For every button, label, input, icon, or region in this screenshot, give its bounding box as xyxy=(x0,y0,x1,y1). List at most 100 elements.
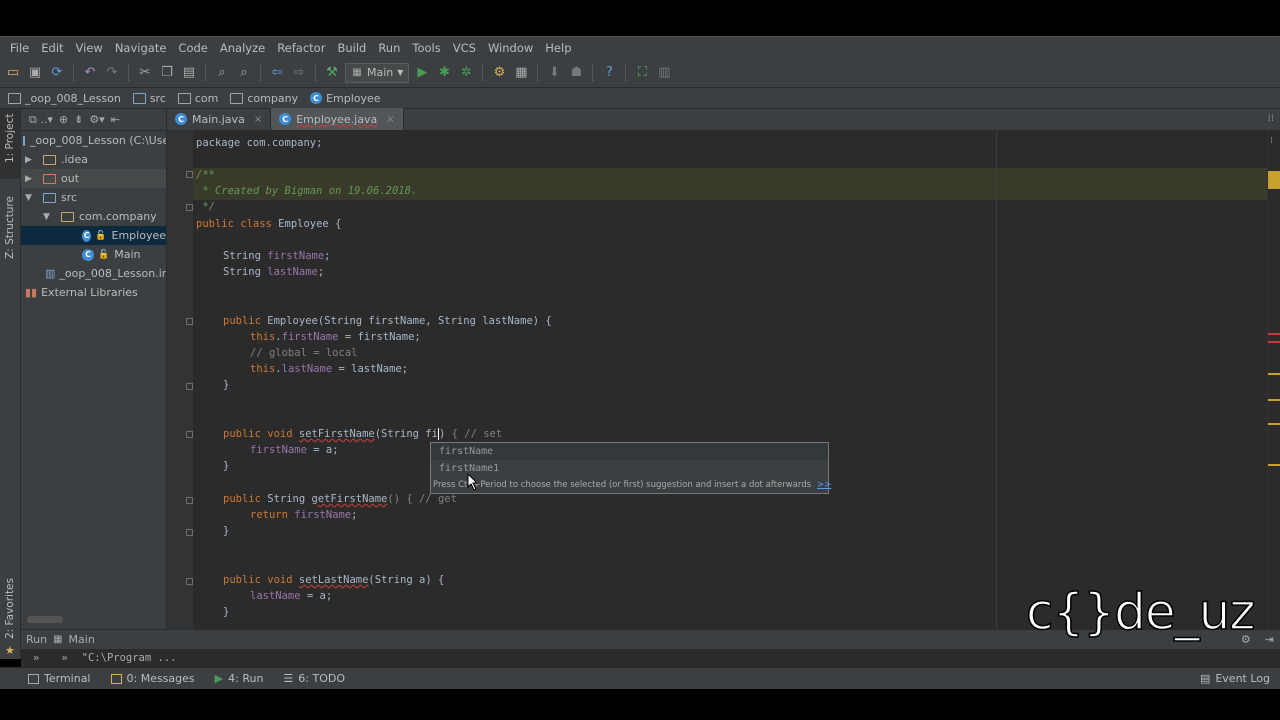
save-icon[interactable]: ▣ xyxy=(26,64,44,82)
android-icon[interactable]: ☗ xyxy=(567,64,585,82)
coverage-icon[interactable]: ✲ xyxy=(457,64,475,82)
marker-warning[interactable] xyxy=(1268,423,1280,425)
tree-item-package[interactable]: ▼ com.company xyxy=(21,207,166,226)
marker-warning[interactable] xyxy=(1268,171,1280,189)
run-icon[interactable]: ▶ xyxy=(413,64,431,82)
back-icon[interactable]: ⇦ xyxy=(268,64,286,82)
code-line: package com.company; xyxy=(196,137,322,149)
breadcrumb-item[interactable]: src xyxy=(132,92,166,105)
completion-item[interactable]: firstName1 xyxy=(431,460,828,477)
code-line: return firstName; xyxy=(250,509,358,521)
inspection-icon[interactable]: ⁞ xyxy=(1270,136,1273,146)
tab-project[interactable]: 1: Project xyxy=(4,114,16,163)
fold-icon[interactable] xyxy=(186,383,193,390)
marker-warning[interactable] xyxy=(1268,373,1280,375)
horizontal-scrollbar[interactable] xyxy=(27,616,63,623)
menu-refactor[interactable]: Refactor xyxy=(271,41,331,55)
hide-icon[interactable]: ⇤ xyxy=(111,113,120,126)
marker-error[interactable] xyxy=(1268,333,1280,335)
close-icon[interactable]: × xyxy=(386,114,394,125)
tree-item-src[interactable]: ▼ src xyxy=(21,188,166,207)
marker-warning[interactable] xyxy=(1268,464,1280,466)
tab-favorites[interactable]: 2: Favorites xyxy=(4,578,16,639)
run-config-name[interactable]: Main xyxy=(69,633,95,646)
code-text: String xyxy=(260,493,312,505)
menu-vcs[interactable]: VCS xyxy=(447,41,482,55)
settings-icon[interactable]: ⚙ xyxy=(490,64,508,82)
tab-event-log[interactable]: ▤ Event Log xyxy=(1200,672,1270,685)
marker-warning[interactable] xyxy=(1268,399,1280,401)
redo-icon[interactable]: ↷ xyxy=(103,64,121,82)
target-icon[interactable]: ⊕ xyxy=(59,113,68,126)
menu-navigate[interactable]: Navigate xyxy=(109,41,173,55)
help-icon[interactable]: ? xyxy=(600,64,618,82)
menu-edit[interactable]: Edit xyxy=(35,41,69,55)
build-icon[interactable]: ⚒ xyxy=(323,64,341,82)
tab-run[interactable]: ▶ 4: Run xyxy=(215,672,264,685)
fold-icon[interactable] xyxy=(186,529,193,536)
hide-panel-icon[interactable]: ⇥ xyxy=(1265,633,1274,646)
tree-item-employee[interactable]: C 🔓 Employee xyxy=(21,226,166,245)
breadcrumb-item[interactable]: C Employee xyxy=(310,92,381,105)
menu-view[interactable]: View xyxy=(70,41,109,55)
menu-code[interactable]: Code xyxy=(172,41,213,55)
menu-analyze[interactable]: Analyze xyxy=(214,41,271,55)
completion-item[interactable]: firstName xyxy=(431,443,828,460)
tree-item-main[interactable]: C 🔓 Main xyxy=(21,245,166,264)
tasks-icon[interactable]: ⛶ xyxy=(633,64,651,82)
expand-icon[interactable]: » xyxy=(33,652,39,664)
menu-help[interactable]: Help xyxy=(539,41,577,55)
open-folder-icon[interactable]: ▭ xyxy=(4,64,22,82)
menu-file[interactable]: File xyxy=(4,41,35,55)
menu-tools[interactable]: Tools xyxy=(406,41,446,55)
menu-run[interactable]: Run xyxy=(372,41,406,55)
tab-employee-java[interactable]: C Employee.java × xyxy=(271,108,404,130)
menu-build[interactable]: Build xyxy=(331,41,372,55)
breadcrumb-item[interactable]: company xyxy=(230,92,298,105)
breadcrumb-item[interactable]: _oop_008_Lesson xyxy=(8,92,121,105)
tab-terminal[interactable]: Terminal xyxy=(28,672,91,685)
completion-hint-link[interactable]: >> xyxy=(817,480,831,490)
expand-icon[interactable]: » xyxy=(61,652,67,664)
menu-window[interactable]: Window xyxy=(482,41,539,55)
gear-icon[interactable]: ⚙▾ xyxy=(89,113,104,126)
tree-item-external-libraries[interactable]: ▮▮ External Libraries xyxy=(21,283,166,302)
fold-icon[interactable] xyxy=(186,497,193,504)
event-log-icon: ▤ xyxy=(1199,672,1211,685)
fold-icon[interactable] xyxy=(186,578,193,585)
sync-icon[interactable]: ⟳ xyxy=(48,64,66,82)
fold-icon[interactable] xyxy=(186,318,193,325)
tab-main-java[interactable]: C Main.java × xyxy=(167,108,272,130)
run-config-select[interactable]: ▦ Main ▼ xyxy=(345,62,410,83)
view-mode-icon[interactable]: ⧉ ..▾ xyxy=(29,113,53,127)
paste-icon[interactable]: ▤ xyxy=(180,64,198,82)
project-structure-icon[interactable]: ▦ xyxy=(512,64,530,82)
breadcrumb-item[interactable]: com xyxy=(177,92,218,105)
tree-item-module[interactable]: _oop_008_Lesson (C:\Use xyxy=(21,131,166,150)
tree-item-idea[interactable]: ▶ .idea xyxy=(21,150,166,169)
tab-messages[interactable]: 0: Messages xyxy=(110,672,195,685)
sdk-manager-icon[interactable]: ⬇ xyxy=(545,64,563,82)
find-icon[interactable]: ⌕ xyxy=(213,64,231,82)
cut-icon[interactable]: ✂ xyxy=(136,64,154,82)
replace-icon[interactable]: ⌕ xyxy=(235,64,253,82)
code-editor[interactable]: package com.company; /** * Created by Bi… xyxy=(193,131,1267,629)
debug-icon[interactable]: ✱ xyxy=(435,64,453,82)
tab-list-icon[interactable]: ⁞⁞ xyxy=(1268,113,1274,124)
presentation-icon[interactable]: ▥ xyxy=(655,64,673,82)
tab-todo[interactable]: ☰ 6: TODO xyxy=(283,672,345,685)
fold-icon[interactable] xyxy=(186,204,193,211)
collapse-icon[interactable]: ⇟ xyxy=(74,113,83,126)
marker-error[interactable] xyxy=(1268,341,1280,343)
messages-icon xyxy=(110,673,122,684)
forward-icon[interactable]: ⇨ xyxy=(290,64,308,82)
tab-structure[interactable]: Z: Structure xyxy=(4,196,16,259)
copy-icon[interactable]: ❐ xyxy=(158,64,176,82)
fold-icon[interactable] xyxy=(186,431,193,438)
close-icon[interactable]: × xyxy=(254,114,262,125)
tree-item-iml[interactable]: ▥ _oop_008_Lesson.iml xyxy=(21,264,166,283)
fold-icon[interactable] xyxy=(186,171,193,178)
tree-item-out[interactable]: ▶ out xyxy=(21,169,166,188)
code-line: } xyxy=(223,460,229,472)
undo-icon[interactable]: ↶ xyxy=(81,64,99,82)
